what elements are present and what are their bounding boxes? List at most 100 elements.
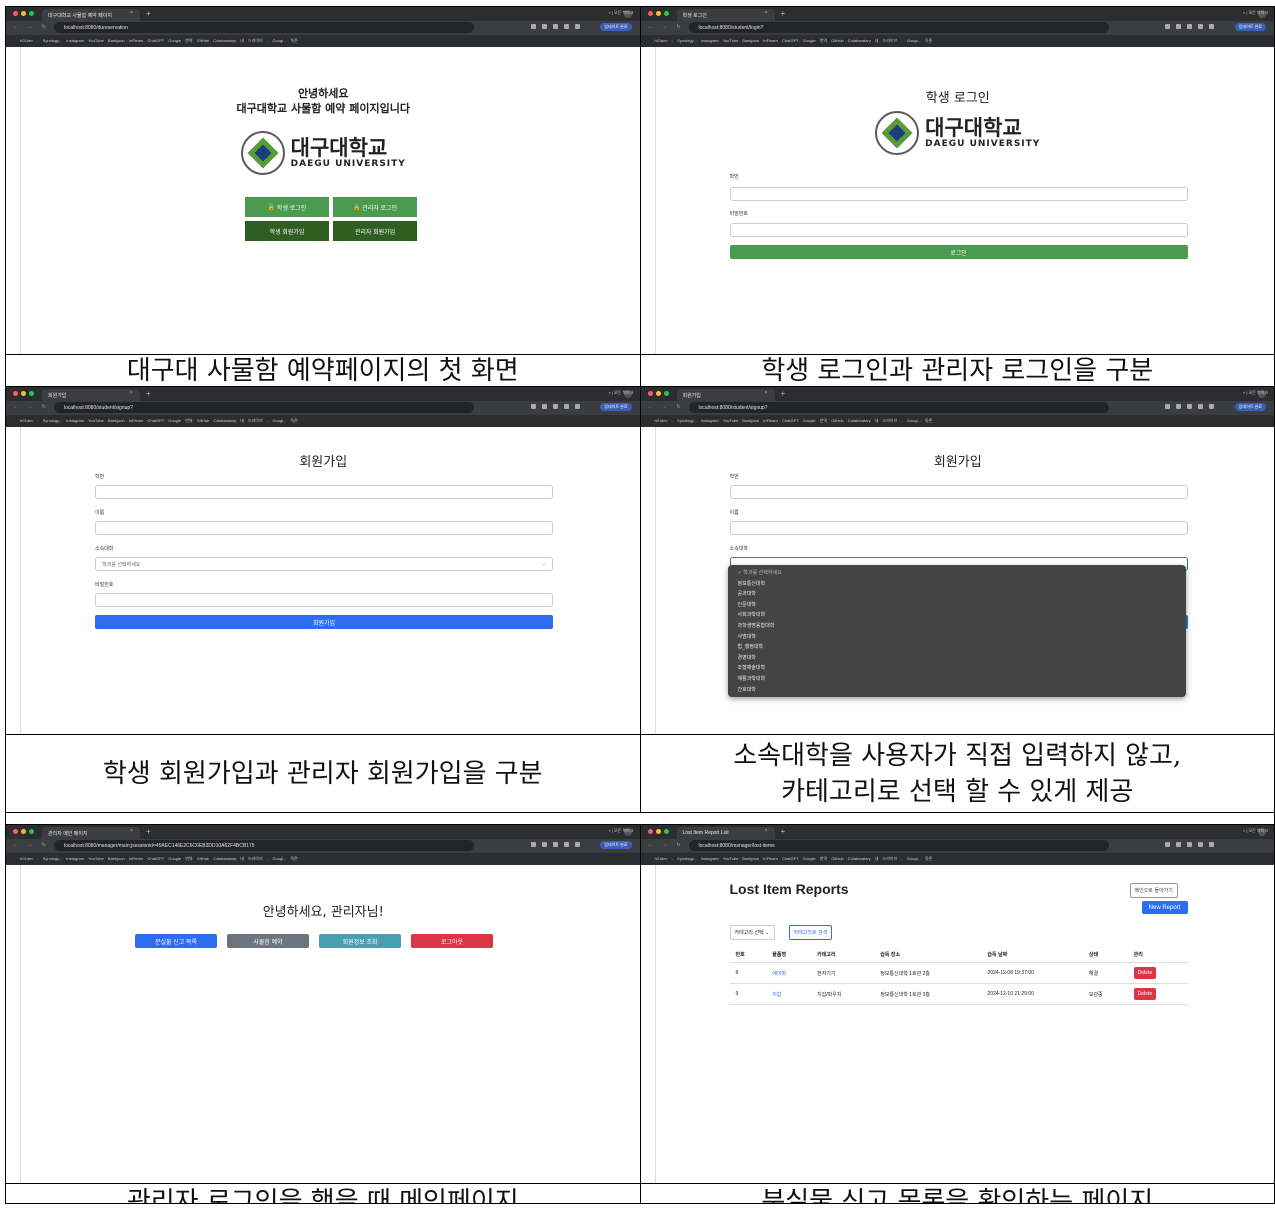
dropdown-option[interactable]: 간호대학: [728, 685, 1186, 696]
greeting-line-1: 안녕하세요: [297, 87, 349, 100]
lock-icon: 🔒: [267, 204, 277, 211]
url-bar[interactable]: localhost:8080/student/login?: [688, 22, 1109, 33]
name-label: 이름: [95, 510, 105, 516]
page-title: 회원가입: [933, 455, 982, 470]
screenshot-lost-items: Lost Item Report List × + ← → ↻ localhost:8…: [640, 825, 1275, 1183]
dropdown-option[interactable]: 조형예술대학: [728, 663, 1186, 674]
student-id-field[interactable]: [729, 485, 1188, 499]
url-bar[interactable]: localhost:8080/student/signup?: [54, 402, 474, 413]
category-search-button[interactable]: 카테고리로 검색: [788, 925, 833, 940]
grid-row-2: 회원가입 × + ← → ↻ localhost:8080/student/signu…: [6, 387, 1275, 813]
college-dropdown[interactable]: ✓ 학과를 선택하세요 정보통신대학 공과대학 인문대학 사회과학대학 과학생명…: [727, 565, 1186, 697]
dropdown-option[interactable]: ✓ 학과를 선택하세요: [728, 568, 1186, 579]
table-header-row: 번호 물품명 카테고리 습득 장소 습득 날짜 상태 관리: [729, 947, 1188, 963]
browser-chrome: 학생 로그인 × + ← → ↻ localhost:8080/student/log…: [640, 7, 1275, 47]
browser-tab[interactable]: 대구대학교 사물함 예약 페이지: [42, 9, 140, 21]
signup-page: 회원가입 학번 이름 소속대학 학과를 선택하세요 ⌄ 비밀번호 회원가입: [20, 427, 626, 734]
back-to-main-button[interactable]: 메인으로 돌아가기: [1129, 883, 1178, 898]
student-signup-button[interactable]: 학생 회원가입: [245, 221, 329, 241]
new-report-button[interactable]: New Report: [1141, 901, 1188, 914]
update-badge[interactable]: 업데이트 완료: [600, 23, 632, 31]
dropdown-option[interactable]: 과학생명융합대학: [728, 621, 1186, 632]
url-bar[interactable]: localhost:8080/manager/main;jsessionid=4…: [54, 840, 474, 851]
caption-signup: 학생 회원가입과 관리자 회원가입을 구분: [6, 734, 640, 812]
browser-tab[interactable]: 회원가입: [42, 389, 140, 401]
item-link[interactable]: 지갑: [766, 983, 812, 1005]
url-bar[interactable]: localhost:8080/dureservation: [54, 22, 474, 33]
browser-tab[interactable]: Lost Item Report List: [676, 827, 775, 839]
bookmarks-bar[interactable]: h01dev - Synology... Instagram YouTube B…: [6, 853, 640, 865]
seal-icon: [240, 131, 285, 175]
dropdown-option[interactable]: 사범대학: [728, 632, 1186, 643]
logout-button[interactable]: 로그아웃: [411, 934, 493, 948]
browser-tab[interactable]: 회원가입: [676, 389, 775, 401]
delete-button[interactable]: Delete: [1133, 967, 1157, 979]
item-link[interactable]: 에어팟: [766, 962, 812, 984]
bookmarks-bar[interactable]: h01dev - Synology... Instagram YouTube B…: [6, 35, 640, 47]
screenshot-grid: 대구대학교 사물함 예약 페이지 × + ← → ↻ localhost:8080/d…: [5, 6, 1275, 1204]
browser-tab[interactable]: 학생 로그인: [676, 9, 775, 21]
signup-page: 회원가입 학번 이름 소속대학 ✓ 학과를 선택하세요 정보통신대학 공과대학 …: [654, 427, 1260, 734]
page-title: 회원가입: [299, 455, 348, 470]
cell-home: 대구대학교 사물함 예약 페이지 × + ← → ↻ localhost:8080/d…: [6, 7, 641, 386]
screenshot-login: 학생 로그인 × + ← → ↻ localhost:8080/student/log…: [640, 7, 1275, 354]
caption-dropdown: 소속대학을 사용자가 직접 입력하지 않고, 카테고리로 선택 할 수 있게 제…: [640, 734, 1274, 812]
login-page: 학생 로그인 대구대학교 DAEGU UNIVERSITY 학번 비밀번호 로그인: [654, 47, 1261, 354]
browser-chrome: Lost Item Report List × + ← → ↻ localhost:8…: [640, 825, 1275, 865]
delete-button[interactable]: Delete: [1133, 988, 1157, 1000]
lost-items-button[interactable]: 분실물 신고 목록: [135, 934, 217, 948]
browser-chrome: 회원가입 × + ← → ↻ localhost:8080/student/signu…: [6, 387, 640, 427]
dropdown-option[interactable]: 법_행정대학: [728, 642, 1186, 653]
home-page: 안녕하세요 대구대학교 사물함 예약 페이지입니다 대구대학교 DAEGU UNI…: [20, 47, 626, 354]
dropdown-option[interactable]: 인문대학: [728, 600, 1186, 611]
table-row: 8 에어팟 전자기기 정보통신대학 1호관 2층 2024-12-08 19:3…: [729, 962, 1188, 984]
category-select[interactable]: 카테고리 선택 ⌄: [729, 925, 775, 940]
student-id-field[interactable]: [95, 485, 553, 499]
signup-button[interactable]: 회원가입: [95, 615, 553, 629]
cell-signup-dropdown: 회원가입 × + ← → ↻ localhost:8080/student/signu…: [640, 387, 1275, 812]
member-info-button[interactable]: 회원정보 조회: [319, 934, 401, 948]
admin-login-button[interactable]: 🔒 관리자 로그인: [333, 197, 417, 217]
password-field[interactable]: [729, 223, 1188, 237]
bookmarks-bar[interactable]: h01dev - Synology... Instagram YouTube B…: [641, 415, 1275, 427]
greeting-line-2: 대구대학교 사물함 예약 페이지입니다: [236, 102, 410, 115]
lost-items-page: Lost Item Reports 메인으로 돌아가기 New Report 카…: [654, 865, 1260, 1183]
college-select[interactable]: 학과를 선택하세요 ⌄: [95, 557, 553, 571]
caption-home: 대구대 사물함 예약페이지의 첫 화면: [6, 354, 640, 386]
bookmarks-bar[interactable]: h01dev - Synology... Instagram YouTube B…: [6, 415, 640, 427]
password-label: 비밀번호: [729, 211, 748, 217]
bookmarks-bar[interactable]: h01dev - Synology... Instagram YouTube B…: [641, 853, 1275, 865]
student-id-label: 학번: [729, 174, 739, 180]
student-id-field[interactable]: [729, 187, 1188, 201]
university-logo: 대구대학교 DAEGU UNIVERSITY: [656, 111, 1261, 155]
login-button[interactable]: 로그인: [729, 245, 1188, 259]
name-field[interactable]: [729, 521, 1188, 535]
page-title: Lost Item Reports: [729, 881, 849, 897]
caption-login: 학생 로그인과 관리자 로그인을 구분: [640, 354, 1274, 386]
admin-signup-button[interactable]: 관리자 회원가입: [333, 221, 417, 241]
dropdown-option[interactable]: 재활과학대학: [728, 674, 1186, 685]
table-row: 9 지갑 지갑/파우치 정보통신대학 1호관 3층 2024-12-10 21:…: [729, 983, 1188, 1005]
browser-tab[interactable]: 관리자 메인 페이지: [42, 827, 140, 839]
name-field[interactable]: [95, 521, 553, 535]
password-field[interactable]: [95, 593, 553, 607]
college-label: 소속대학: [95, 546, 114, 552]
student-login-button[interactable]: 🔒 학생 로그인: [245, 197, 329, 217]
dropdown-option[interactable]: 경영대학: [728, 653, 1186, 664]
screenshot-signup: 회원가입 × + ← → ↻ localhost:8080/student/signu…: [6, 387, 640, 734]
row-spacer: [6, 813, 1275, 825]
locker-reservation-button[interactable]: 사물함 예약: [227, 934, 309, 948]
student-id-label: 학번: [95, 474, 105, 480]
chevron-down-icon: ⌄: [541, 561, 546, 567]
page-title: 학생 로그인: [925, 91, 990, 106]
bookmarks-bar[interactable]: h01dev - Synology... Instagram YouTube B…: [641, 35, 1275, 47]
caption-lost-items: 분실물 신고 목록을 확인하는 페이지: [640, 1183, 1274, 1203]
url-bar[interactable]: localhost:8080/manager/lost-items: [688, 840, 1109, 851]
cell-admin-main: 관리자 메인 페이지 × + ← → ↻ localhost:8080/manager…: [6, 825, 641, 1203]
university-logo: 대구대학교 DAEGU UNIVERSITY: [21, 131, 626, 175]
url-bar[interactable]: localhost:8080/student/signup?: [688, 402, 1109, 413]
seal-icon: [875, 111, 920, 155]
dropdown-option[interactable]: 사회과학대학: [728, 610, 1186, 621]
dropdown-option[interactable]: 공과대학: [728, 589, 1186, 600]
dropdown-option[interactable]: 정보통신대학: [728, 579, 1186, 590]
